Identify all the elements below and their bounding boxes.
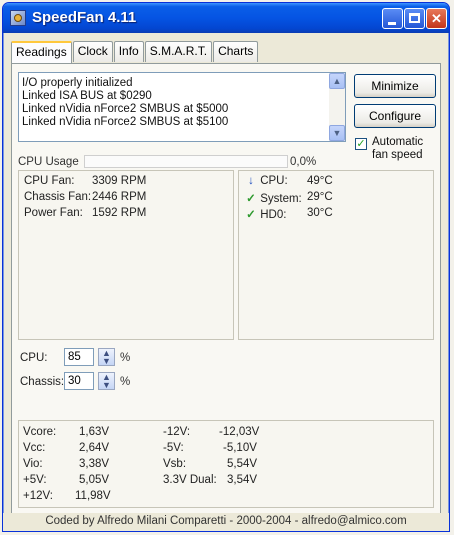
cpu-speed-input[interactable]: 85 <box>64 348 94 366</box>
voltage-value: 5,54V <box>227 458 258 470</box>
footer-credits: Coded by Alfredo Milani Comparetti - 200… <box>3 513 449 531</box>
chassis-speed-label: Chassis: <box>20 376 65 388</box>
title-bar[interactable]: SpeedFan 4.11 ✕ <box>3 3 449 33</box>
speedfan-window: SpeedFan 4.11 ✕ Readings Clock Info S.M.… <box>2 2 450 532</box>
chassis-speed-unit: % <box>120 376 131 388</box>
voltage-name: +12V: <box>23 490 53 502</box>
voltage-value: -5,10V <box>223 442 257 454</box>
temp-row: ✓ System: 29°C <box>245 191 333 205</box>
tab-readings[interactable]: Readings <box>11 41 72 64</box>
voltage-name: Vio: <box>23 458 43 470</box>
fan-value: 3309 RPM <box>92 175 147 187</box>
voltage-name: -5V: <box>163 442 184 454</box>
chassis-speed-stepper[interactable]: ▲ ▼ <box>98 372 115 390</box>
cpu-usage-label: CPU Usage <box>18 156 79 168</box>
tab-clock[interactable]: Clock <box>72 41 113 62</box>
voltage-name: Vsb: <box>163 458 187 470</box>
readings-panel: I/O properly initialized Linked ISA BUS … <box>11 63 441 522</box>
cpu-speed-label: CPU: <box>20 352 48 364</box>
voltage-name: -12V: <box>163 426 191 438</box>
temp-name: CPU: <box>260 175 288 187</box>
log-line: I/O properly initialized <box>22 77 133 89</box>
voltage-value: -12,03V <box>219 426 260 438</box>
check-icon: ✓ <box>246 193 256 205</box>
voltages-group: Vcore: 1,63V Vcc: 2,64V Vio: 3,38V +5V: … <box>18 420 434 508</box>
log-scrollbar[interactable]: ▲ ▼ <box>329 73 345 141</box>
scroll-down-icon[interactable]: ▼ <box>329 125 345 141</box>
log-line: Linked nVidia nForce2 SMBUS at $5000 <box>22 103 229 115</box>
voltage-name: Vcc: <box>23 442 46 454</box>
fan-row: Chassis Fan: 2446 RPM <box>24 191 146 203</box>
fan-value: 2446 RPM <box>92 191 147 203</box>
cpu-usage-value: 0,0% <box>290 156 317 168</box>
log-line: Linked nVidia nForce2 SMBUS at $5100 <box>22 116 229 128</box>
minimize-button[interactable]: Minimize <box>354 74 436 98</box>
arrow-down-icon: ↓ <box>248 175 254 187</box>
voltage-value: 3,54V <box>227 474 258 486</box>
cpu-speed-stepper[interactable]: ▲ ▼ <box>98 348 115 366</box>
cpu-speed-unit: % <box>120 352 131 364</box>
voltage-value: 11,98V <box>75 490 111 502</box>
automatic-fan-speed-label: Automatic fan speed <box>372 136 424 161</box>
fan-row: CPU Fan: 3309 RPM <box>24 175 146 187</box>
voltage-value: 2,64V <box>79 442 110 454</box>
voltage-name: Vcore: <box>23 426 57 438</box>
automatic-fan-speed-checkbox[interactable]: ✓ <box>355 138 367 150</box>
fan-name: CPU Fan: <box>24 175 75 187</box>
temp-value: 29°C <box>307 191 333 203</box>
fan-name: Chassis Fan: <box>24 191 92 203</box>
temp-value: 49°C <box>307 175 333 187</box>
temp-value: 30°C <box>307 207 333 219</box>
temp-row: ↓ CPU: 49°C <box>245 175 333 187</box>
voltage-name: 3.3V Dual: <box>163 474 217 486</box>
configure-button[interactable]: Configure <box>354 104 436 128</box>
voltage-value: 5,05V <box>79 474 110 486</box>
voltage-name: +5V: <box>23 474 47 486</box>
fan-name: Power Fan: <box>24 207 83 219</box>
log-box[interactable]: I/O properly initialized Linked ISA BUS … <box>18 72 346 142</box>
scroll-up-icon[interactable]: ▲ <box>329 73 345 89</box>
fan-value: 1592 RPM <box>92 207 147 219</box>
cpu-usage-bar <box>84 155 288 168</box>
temp-row: ✓ HD0: 30°C <box>245 207 333 221</box>
temp-name: HD0: <box>260 209 287 221</box>
temp-name: System: <box>260 193 302 205</box>
tab-info[interactable]: Info <box>113 41 144 62</box>
check-icon: ✓ <box>246 209 256 221</box>
tab-smart[interactable]: S.M.A.R.T. <box>144 41 213 62</box>
tab-charts[interactable]: Charts <box>213 41 259 62</box>
voltage-value: 3,38V <box>79 458 110 470</box>
log-line: Linked ISA BUS at $0290 <box>22 90 152 102</box>
chassis-speed-input[interactable]: 30 <box>64 372 94 390</box>
maximize-window-button[interactable] <box>404 8 425 29</box>
window-title: SpeedFan 4.11 <box>32 9 137 26</box>
fan-row: Power Fan: 1592 RPM <box>24 207 146 219</box>
tab-strip: Readings Clock Info S.M.A.R.T. Charts <box>11 41 259 64</box>
voltage-value: 1,63V <box>79 426 110 438</box>
close-window-button[interactable]: ✕ <box>426 8 447 29</box>
minimize-window-button[interactable] <box>382 8 403 29</box>
temperatures-group: ↓ CPU: 49°C ✓ System: 29°C ✓ HD0: 30°C <box>238 170 434 340</box>
fans-group: CPU Fan: 3309 RPM Chassis Fan: 2446 RPM … <box>18 170 234 340</box>
speedfan-app-icon <box>10 10 26 26</box>
